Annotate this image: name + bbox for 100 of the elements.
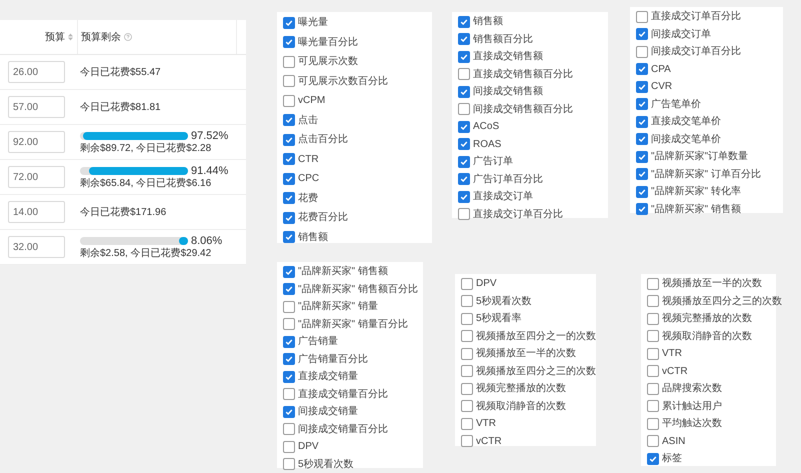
option-label[interactable]: "品牌新买家" 销售额百分比 (298, 282, 418, 297)
checkbox[interactable] (458, 190, 470, 203)
checkbox[interactable] (636, 10, 648, 23)
option-label[interactable]: ACoS (473, 119, 500, 134)
option-label[interactable]: "品牌新买家" 销量百分比 (298, 316, 408, 332)
checkbox[interactable] (283, 212, 295, 224)
option-label[interactable]: 可见展示次数 (298, 54, 358, 70)
option-label[interactable]: VTR (476, 416, 496, 432)
checkbox[interactable] (283, 231, 295, 244)
option-label[interactable]: 花费百分比 (298, 210, 348, 226)
option-label[interactable]: 视频播放至一半的次数 (476, 346, 576, 362)
checkbox[interactable] (636, 133, 648, 146)
checkbox[interactable] (458, 156, 470, 168)
checkbox[interactable] (458, 173, 470, 186)
checkbox[interactable] (647, 400, 659, 412)
checkbox[interactable] (458, 103, 470, 116)
checkbox[interactable] (647, 418, 659, 430)
option-label[interactable]: 曝光量百分比 (298, 34, 358, 50)
checkbox[interactable] (283, 300, 295, 313)
option-label[interactable]: DPV (476, 276, 497, 292)
option-label[interactable]: 直接成交订单百分比 (473, 206, 563, 222)
option-label[interactable]: vCTR (476, 434, 502, 449)
checkbox[interactable] (283, 192, 295, 204)
option-label[interactable]: CPC (298, 171, 320, 186)
checkbox[interactable] (461, 312, 473, 325)
checkbox[interactable] (283, 114, 295, 126)
option-label[interactable]: 5秒观看率 (476, 311, 522, 326)
checkbox[interactable] (283, 406, 295, 418)
checkbox[interactable] (283, 388, 295, 400)
checkbox[interactable] (283, 16, 295, 29)
checkbox[interactable] (283, 153, 295, 166)
option-label[interactable]: 视频播放至四分之三的次数 (662, 294, 782, 309)
option-label[interactable]: 曝光量 (298, 15, 328, 30)
checkbox[interactable] (458, 208, 470, 220)
option-label[interactable]: 累计触达用户 (662, 398, 722, 414)
option-label[interactable]: 间接成交订单 (651, 26, 711, 42)
option-label[interactable]: 点击百分比 (298, 132, 348, 148)
checkbox[interactable] (647, 452, 659, 465)
option-label[interactable]: 直接成交笔单价 (651, 114, 721, 130)
option-label[interactable]: 销售额百分比 (473, 32, 533, 47)
option-label[interactable]: 花费 (298, 190, 318, 206)
option-label[interactable]: 销售额 (473, 14, 503, 30)
option-label[interactable]: 视频播放至四分之三的次数 (476, 364, 596, 379)
option-label[interactable]: 间接成交销量百分比 (298, 422, 388, 437)
checkbox[interactable] (636, 28, 648, 40)
help-icon[interactable] (124, 33, 132, 41)
option-label[interactable]: 点击 (298, 112, 318, 128)
checkbox[interactable] (461, 382, 473, 395)
option-label[interactable]: "品牌新买家" 销售额 (298, 264, 388, 280)
checkbox[interactable] (461, 418, 473, 430)
checkbox[interactable] (647, 435, 659, 448)
option-label[interactable]: 标签 (662, 451, 682, 466)
option-label[interactable]: vCPM (298, 93, 326, 108)
option-label[interactable]: 品牌搜索次数 (662, 381, 722, 396)
option-label[interactable]: "品牌新买家" 转化率 (651, 184, 741, 200)
option-label[interactable]: 广告笔单价 (651, 96, 701, 112)
option-label[interactable]: ROAS (473, 136, 502, 152)
sort-icon[interactable] (68, 33, 73, 41)
option-label[interactable]: 直接成交销量百分比 (298, 386, 388, 402)
checkbox[interactable] (283, 172, 295, 185)
option-label[interactable]: DPV (298, 439, 319, 454)
option-label[interactable]: 广告订单 (473, 154, 513, 170)
checkbox[interactable] (636, 186, 648, 198)
option-label[interactable]: vCTR (662, 364, 688, 379)
checkbox[interactable] (283, 56, 295, 68)
budget-input[interactable]: 14.00 (8, 201, 65, 223)
option-label[interactable]: 广告销量百分比 (298, 352, 368, 367)
checkbox[interactable] (461, 295, 473, 308)
option-label[interactable]: 直接成交订单 (473, 189, 533, 204)
checkbox[interactable] (283, 353, 295, 366)
checkbox[interactable] (458, 86, 470, 98)
checkbox[interactable] (458, 16, 470, 28)
option-label[interactable]: 5秒观看次数 (298, 456, 354, 472)
checkbox[interactable] (636, 203, 648, 216)
checkbox[interactable] (458, 120, 470, 133)
option-label[interactable]: CVR (651, 79, 672, 94)
checkbox[interactable] (283, 75, 295, 88)
checkbox[interactable] (636, 63, 648, 76)
checkbox[interactable] (461, 330, 473, 342)
option-label[interactable]: "品牌新买家" 订单百分比 (651, 166, 761, 182)
checkbox[interactable] (636, 168, 648, 180)
option-label[interactable]: "品牌新买家"订单数量 (651, 149, 748, 164)
option-label[interactable]: 间接成交销售额 (473, 84, 543, 100)
option-label[interactable]: 视频取消静音的次数 (476, 398, 566, 414)
option-label[interactable]: 广告销量 (298, 334, 338, 350)
option-label[interactable]: CPA (651, 62, 671, 77)
checkbox[interactable] (283, 336, 295, 348)
option-label[interactable]: 平均触达次数 (662, 416, 722, 432)
checkbox[interactable] (458, 33, 470, 46)
checkbox[interactable] (636, 150, 648, 163)
option-label[interactable]: 视频完整播放的次数 (662, 311, 752, 326)
option-label[interactable]: 直接成交销售额百分比 (473, 66, 573, 82)
option-label[interactable]: 直接成交销量 (298, 369, 358, 384)
option-label[interactable]: CTR (298, 152, 319, 167)
checkbox[interactable] (283, 370, 295, 383)
option-label[interactable]: 间接成交订单百分比 (651, 44, 741, 60)
checkbox[interactable] (283, 440, 295, 453)
budget-input[interactable]: 92.00 (8, 131, 65, 153)
option-label[interactable]: 视频播放至一半的次数 (662, 276, 762, 292)
checkbox[interactable] (461, 435, 473, 448)
